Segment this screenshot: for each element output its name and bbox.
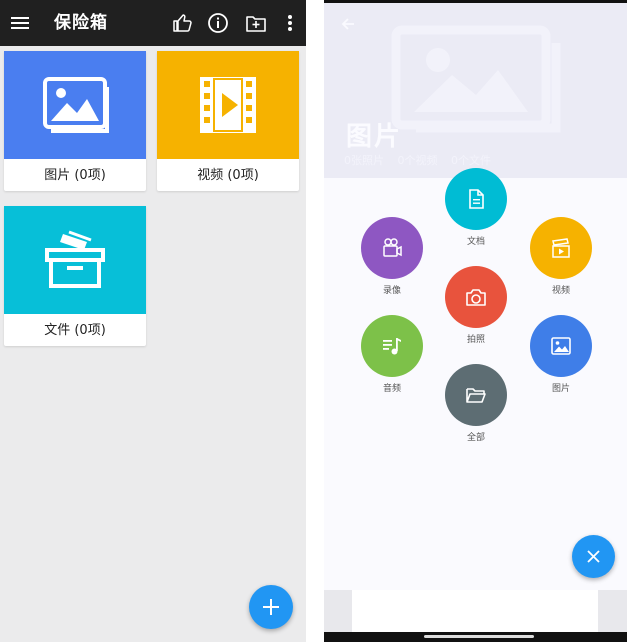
header-image-icon [391, 25, 561, 133]
bottom-bar [324, 590, 627, 632]
info-icon[interactable] [206, 11, 230, 35]
radial-document-label: 文档 [466, 237, 485, 247]
radial-all-button[interactable] [445, 364, 507, 426]
image-icon [551, 337, 571, 355]
album-stats: 0张照片 0个视频 0个文件 [344, 154, 491, 167]
add-folder-icon[interactable] [244, 11, 268, 35]
radial-document-button[interactable] [445, 168, 507, 230]
tile-videos-label: 视频 (0项) [197, 168, 259, 183]
clapperboard-icon [552, 238, 570, 258]
tile-videos[interactable]: 视频 (0项) [157, 51, 299, 191]
tile-videos-cover [157, 51, 299, 159]
document-icon [469, 189, 484, 209]
tile-images-label: 图片 (0项) [44, 168, 106, 183]
radial-all-label: 全部 [466, 433, 485, 443]
album-header: 图片 0张照片 0个视频 0个文件 [324, 0, 627, 178]
camera-icon [466, 289, 486, 306]
home-indicator[interactable] [424, 635, 534, 638]
status-strip [324, 0, 627, 3]
tile-images-cover [4, 51, 146, 159]
archive-box-icon [45, 230, 105, 288]
radial-audio-button[interactable] [361, 315, 423, 377]
radial-record-button[interactable] [361, 217, 423, 279]
radial-image-button[interactable] [530, 315, 592, 377]
radial-image-label: 图片 [551, 384, 570, 394]
menu-icon[interactable] [8, 11, 32, 35]
back-arrow-icon[interactable] [338, 14, 358, 34]
radial-video-label: 视频 [551, 286, 570, 296]
close-icon [587, 550, 600, 563]
radial-video-button[interactable] [530, 217, 592, 279]
tile-files[interactable]: 文件 (0项) [4, 206, 146, 346]
plus-icon [263, 599, 279, 615]
image-stack-icon [43, 77, 109, 133]
bottom-bar-panel [352, 590, 598, 632]
radial-camera-label: 拍照 [466, 335, 485, 345]
music-note-icon [383, 338, 401, 355]
app-bar: 保险箱 [0, 0, 306, 46]
images-screen-with-menu: 图片 0张照片 0个视频 0个文件 文档 录像 视频 拍照 音频 图片 全部 [324, 0, 627, 642]
film-icon [200, 77, 256, 133]
more-vert-icon[interactable] [278, 11, 302, 35]
add-fab[interactable] [249, 585, 293, 629]
radial-record-label: 录像 [382, 286, 401, 296]
tile-images[interactable]: 图片 (0项) [4, 51, 146, 191]
close-fab[interactable] [572, 535, 615, 578]
app-title: 保险箱 [54, 13, 108, 33]
video-camera-icon [383, 238, 402, 257]
album-title: 图片 [346, 122, 403, 152]
system-nav-bar [324, 632, 627, 642]
radial-audio-label: 音频 [382, 384, 401, 394]
folder-open-icon [466, 388, 486, 403]
tile-files-label: 文件 (0项) [44, 323, 106, 338]
radial-camera-button[interactable] [445, 266, 507, 328]
tile-files-cover [4, 206, 146, 314]
thumbs-up-icon[interactable] [170, 11, 194, 35]
vault-home-screen: 保险箱 图片 (0项) 视频 (0项) 文件 (0项) [0, 0, 306, 642]
